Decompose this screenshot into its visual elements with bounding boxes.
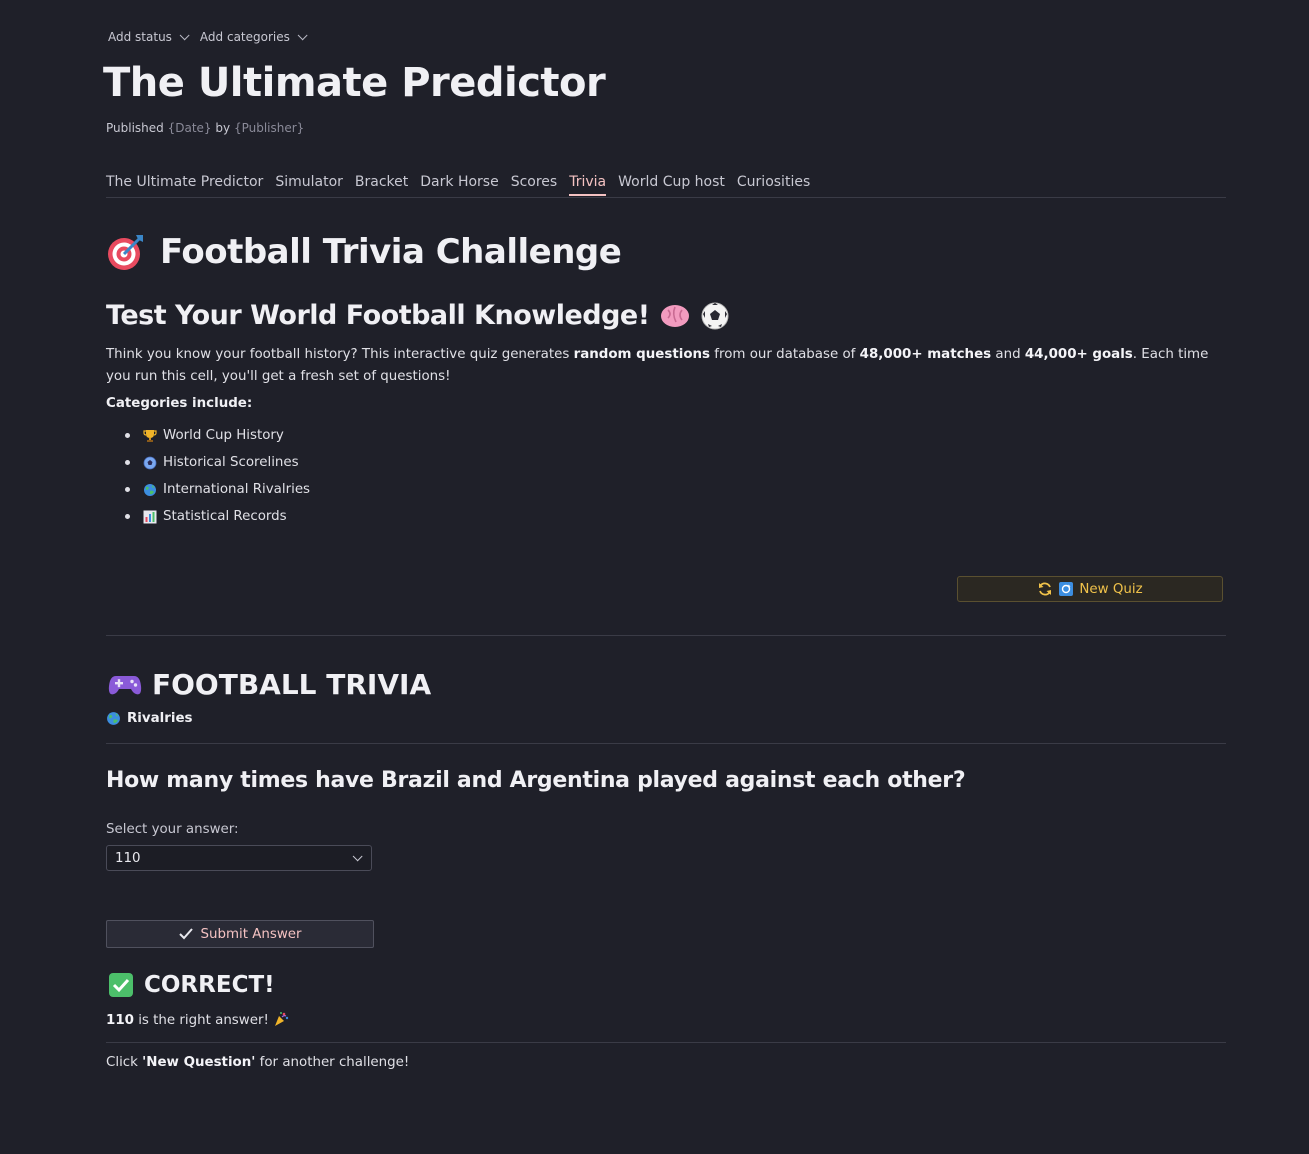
intro-bold-goals: 44,000+ goals: [1024, 347, 1133, 362]
categories-list: World Cup History Historical Scorelines …: [106, 422, 310, 530]
intro-bold-random-questions: random questions: [573, 347, 711, 362]
quiz-category: Rivalries: [106, 711, 193, 726]
checkmark-icon: [179, 928, 194, 940]
category-label: Statistical Records: [163, 509, 287, 524]
result-heading-text: CORRECT!: [144, 972, 275, 998]
tab-ultimate-predictor[interactable]: The Ultimate Predictor: [106, 172, 263, 196]
tab-scores[interactable]: Scores: [511, 172, 558, 196]
quiz-question: How many times have Brazil and Argentina…: [106, 768, 966, 793]
soccer-ball-icon: [143, 456, 157, 470]
chevron-down-icon: [297, 29, 308, 40]
meta-row: Add status Add categories: [108, 29, 308, 44]
add-status-button[interactable]: Add status: [108, 29, 190, 44]
published-line: Published {Date} by {Publisher}: [106, 121, 304, 135]
result-value: 110: [106, 1013, 134, 1028]
globe-icon: [107, 712, 120, 725]
answer-select-value: 110: [115, 850, 141, 866]
list-item: Historical Scorelines: [106, 449, 310, 476]
published-date[interactable]: {Date}: [168, 121, 212, 135]
bullet: [125, 514, 130, 519]
tab-trivia[interactable]: Trivia: [569, 172, 607, 196]
tab-dark-horse[interactable]: Dark Horse: [420, 172, 498, 196]
add-categories-button[interactable]: Add categories: [199, 29, 308, 44]
intro-paragraph: Think you know your football history? Th…: [106, 344, 1216, 388]
result-text: 110 is the right answer!: [106, 1011, 289, 1028]
soccer-ball-icon: [701, 302, 729, 329]
tab-bracket[interactable]: Bracket: [355, 172, 408, 196]
category-label: World Cup History: [163, 428, 284, 443]
published-publisher[interactable]: {Publisher}: [234, 121, 304, 135]
check-mark-button-icon: [109, 973, 133, 997]
submit-answer-label: Submit Answer: [200, 926, 302, 942]
list-item: World Cup History: [106, 422, 310, 449]
intro-bold-matches: 48,000+ matches: [859, 347, 992, 362]
categories-heading: Categories include:: [106, 396, 253, 411]
refresh-icon: [1039, 582, 1052, 596]
tab-world-cup-host[interactable]: World Cup host: [618, 172, 725, 196]
add-categories-label: Add categories: [199, 30, 290, 44]
game-controller-icon: [108, 675, 142, 694]
result-suffix: is the right answer!: [133, 1013, 269, 1028]
page: Add status Add categories The Ultimate P…: [0, 0, 1309, 1154]
tab-bar: The Ultimate Predictor Simulator Bracket…: [106, 172, 1226, 198]
bullet: [125, 460, 130, 465]
knowledge-subheading: Test Your World Football Knowledge!: [106, 300, 730, 331]
bullet: [125, 433, 130, 438]
tab-curiosities[interactable]: Curiosities: [737, 172, 810, 196]
chevron-down-icon: [352, 850, 363, 861]
intro-text-2: from our database of: [710, 347, 860, 362]
add-status-label: Add status: [108, 30, 172, 44]
published-by: by: [215, 121, 231, 135]
trivia-heading-text: Football Trivia Challenge: [160, 232, 622, 272]
submit-answer-button[interactable]: Submit Answer: [106, 920, 374, 948]
party-popper-icon: [275, 1012, 289, 1026]
brain-icon: [660, 304, 689, 327]
page-title: The Ultimate Predictor: [103, 60, 606, 106]
divider: [106, 635, 1226, 636]
new-quiz-button[interactable]: New Quiz: [957, 576, 1223, 602]
globe-icon: [143, 483, 157, 497]
result-heading: CORRECT!: [108, 972, 275, 998]
tab-simulator[interactable]: Simulator: [275, 172, 343, 196]
category-label: International Rivalries: [163, 482, 311, 497]
quiz-category-label: Rivalries: [127, 711, 193, 726]
note-bold: 'New Question': [142, 1055, 256, 1070]
note-suffix: for another challenge!: [255, 1055, 410, 1070]
select-label: Select your answer:: [106, 822, 239, 837]
category-label: Historical Scorelines: [163, 455, 299, 470]
divider: [106, 743, 1226, 744]
chevron-down-icon: [179, 29, 190, 40]
new-question-note: Click 'New Question' for another challen…: [106, 1055, 409, 1070]
bar-chart-icon: [143, 510, 157, 524]
knowledge-subheading-text: Test Your World Football Knowledge!: [106, 300, 650, 331]
trophy-icon: [143, 429, 157, 443]
answer-select[interactable]: 110: [106, 845, 372, 871]
list-item: Statistical Records: [106, 503, 310, 530]
published-prefix: Published: [106, 121, 164, 135]
note-prefix: Click: [106, 1055, 143, 1070]
target-icon: [108, 235, 143, 270]
intro-text-1: Think you know your football history? Th…: [106, 347, 574, 362]
intro-text-3: and: [991, 347, 1025, 362]
new-quiz-label: New Quiz: [1079, 581, 1143, 597]
quiz-title: FOOTBALL TRIVIA: [108, 668, 431, 701]
list-item: International Rivalries: [106, 476, 310, 503]
repeat-badge-icon: [1059, 582, 1074, 596]
divider: [106, 1042, 1226, 1043]
trivia-heading: Football Trivia Challenge: [106, 232, 622, 272]
quiz-title-text: FOOTBALL TRIVIA: [152, 668, 432, 701]
bullet: [125, 487, 130, 492]
